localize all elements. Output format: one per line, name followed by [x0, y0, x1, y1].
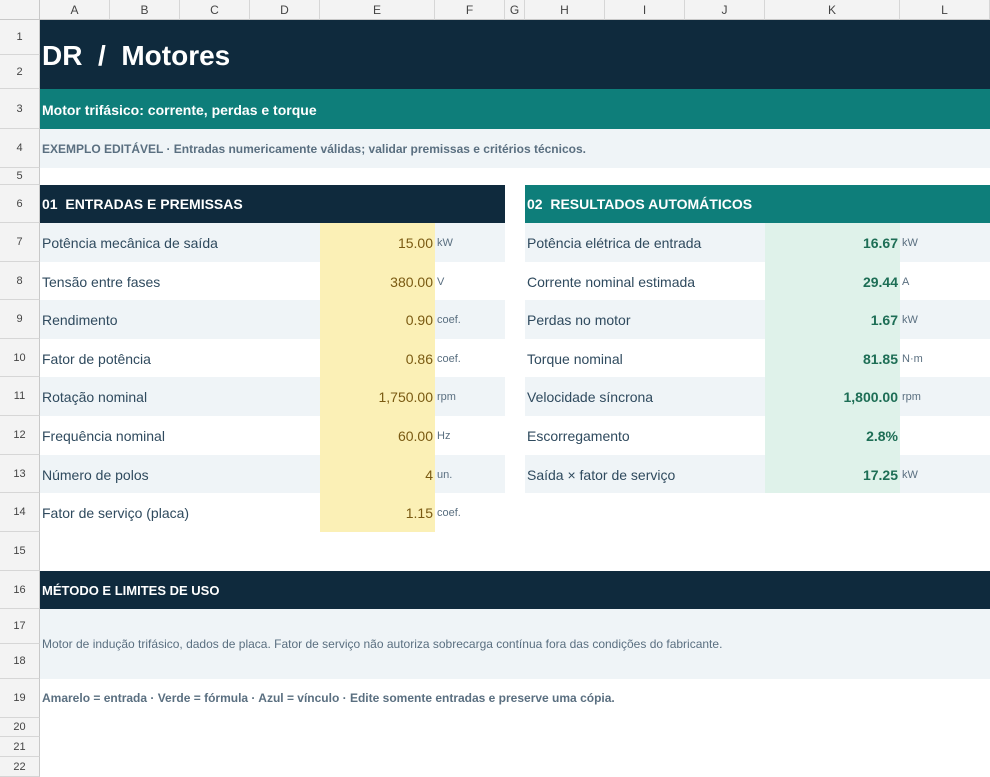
input-unit: coef.: [437, 507, 461, 519]
row-header-15[interactable]: 15: [0, 532, 40, 571]
column-header-b[interactable]: B: [110, 0, 180, 20]
row-header-2[interactable]: 2: [0, 55, 40, 89]
inputs-header[interactable]: 01 ENTRADAS E PREMISSAS: [42, 185, 502, 223]
column-header-g[interactable]: G: [505, 0, 525, 20]
input-unit: kW: [437, 237, 453, 249]
result-label[interactable]: Velocidade síncrona: [527, 377, 763, 416]
method-header[interactable]: MÉTODO E LIMITES DE USO: [42, 571, 942, 609]
result-value[interactable]: 16.67: [767, 223, 898, 262]
row-header-21[interactable]: 21: [0, 737, 40, 757]
row-header-17[interactable]: 17: [0, 609, 40, 644]
method-text[interactable]: Motor de indução trifásico, dados de pla…: [42, 609, 987, 679]
result-unit: [902, 416, 988, 455]
input-unit: un.: [437, 469, 453, 481]
input-unit: coef.: [437, 314, 461, 326]
column-header-d[interactable]: D: [250, 0, 320, 20]
input-value[interactable]: 15.00: [322, 223, 433, 262]
result-label[interactable]: Perdas no motor: [527, 300, 763, 339]
column-header-j[interactable]: J: [685, 0, 765, 20]
result-unit: N·m: [902, 353, 923, 365]
column-header-f[interactable]: F: [435, 0, 505, 20]
sheet-note[interactable]: EXEMPLO EDITÁVEL · Entradas numericament…: [42, 129, 942, 168]
result-unit: kW: [902, 314, 918, 326]
row-header-13[interactable]: 13: [0, 455, 40, 493]
input-label[interactable]: Potência mecânica de saída: [42, 223, 317, 262]
input-label[interactable]: Número de polos: [42, 455, 317, 493]
row-header-20[interactable]: 20: [0, 718, 40, 737]
result-unit: kW: [902, 469, 918, 481]
input-value[interactable]: 1.15: [322, 493, 433, 532]
input-label[interactable]: Tensão entre fases: [42, 262, 317, 300]
column-header-l[interactable]: L: [900, 0, 990, 20]
row-header-3[interactable]: 3: [0, 89, 40, 129]
column-header-k[interactable]: K: [765, 0, 900, 20]
result-value[interactable]: 1,800.00: [767, 377, 899, 416]
result-value[interactable]: 17.25: [767, 455, 898, 493]
spreadsheet: ABCDEFGHIJKL 1 2 3 4 5 6 7 8 9 10 11 12 13 14 15 16 17 18…: [0, 0, 990, 777]
result-label[interactable]: Corrente nominal estimada: [527, 262, 763, 300]
row-header-14[interactable]: 14: [0, 493, 40, 532]
sheet-title[interactable]: DR / Motores: [42, 20, 942, 89]
input-value[interactable]: 4: [322, 455, 433, 493]
column-header-a[interactable]: A: [40, 0, 110, 20]
input-label[interactable]: Rendimento: [42, 300, 317, 339]
input-value[interactable]: 60.00: [322, 416, 433, 455]
input-unit: V: [437, 276, 445, 288]
result-unit: A: [902, 276, 910, 288]
row-header-12[interactable]: 12: [0, 416, 40, 455]
color-legend[interactable]: Amarelo = entrada · Verde = fórmula · Az…: [42, 679, 987, 718]
row-header-9[interactable]: 9: [0, 300, 40, 339]
row-header-22[interactable]: 22: [0, 757, 40, 777]
row-header-5[interactable]: 5: [0, 168, 40, 185]
column-header-i[interactable]: I: [605, 0, 685, 20]
input-label[interactable]: Frequência nominal: [42, 416, 317, 455]
input-unit: rpm: [437, 391, 456, 403]
column-header-e[interactable]: E: [320, 0, 435, 20]
input-value[interactable]: 1,750.00: [322, 377, 434, 416]
result-label[interactable]: Escorregamento: [527, 416, 763, 455]
result-label[interactable]: Potência elétrica de entrada: [527, 223, 763, 262]
result-value[interactable]: 81.85: [767, 339, 898, 377]
input-value[interactable]: 0.90: [322, 300, 433, 339]
result-unit: kW: [902, 237, 918, 249]
row-header-19[interactable]: 19: [0, 679, 40, 718]
row-header-1[interactable]: 1: [0, 20, 40, 55]
row-header-16[interactable]: 16: [0, 571, 40, 609]
row-header-18[interactable]: 18: [0, 644, 40, 679]
result-value[interactable]: 1.67: [767, 300, 898, 339]
row-header-6[interactable]: 6: [0, 185, 40, 223]
input-value[interactable]: 0.86: [322, 339, 433, 377]
input-unit: Hz: [437, 430, 451, 442]
result-value[interactable]: 29.44: [767, 262, 898, 300]
row-header-4[interactable]: 4: [0, 129, 40, 168]
row-header-11[interactable]: 11: [0, 377, 40, 416]
sheet-subtitle[interactable]: Motor trifásico: corrente, perdas e torq…: [42, 89, 942, 129]
input-value[interactable]: 380.00: [322, 262, 433, 300]
column-header-h[interactable]: H: [525, 0, 605, 20]
results-header[interactable]: 02 RESULTADOS AUTOMÁTICOS: [527, 185, 987, 223]
input-label[interactable]: Rotação nominal: [42, 377, 317, 416]
row-header-10[interactable]: 10: [0, 339, 40, 377]
column-header-c[interactable]: C: [180, 0, 250, 20]
row-header-8[interactable]: 8: [0, 262, 40, 300]
input-unit: coef.: [437, 353, 461, 365]
result-label[interactable]: Torque nominal: [527, 339, 763, 377]
input-label[interactable]: Fator de serviço (placa): [42, 493, 317, 532]
result-unit: rpm: [902, 391, 921, 403]
result-label[interactable]: Saída × fator de serviço: [527, 455, 763, 493]
row-header-7[interactable]: 7: [0, 223, 40, 262]
select-all-corner[interactable]: [0, 0, 40, 20]
input-label[interactable]: Fator de potência: [42, 339, 317, 377]
result-value[interactable]: 2.8%: [767, 416, 898, 455]
